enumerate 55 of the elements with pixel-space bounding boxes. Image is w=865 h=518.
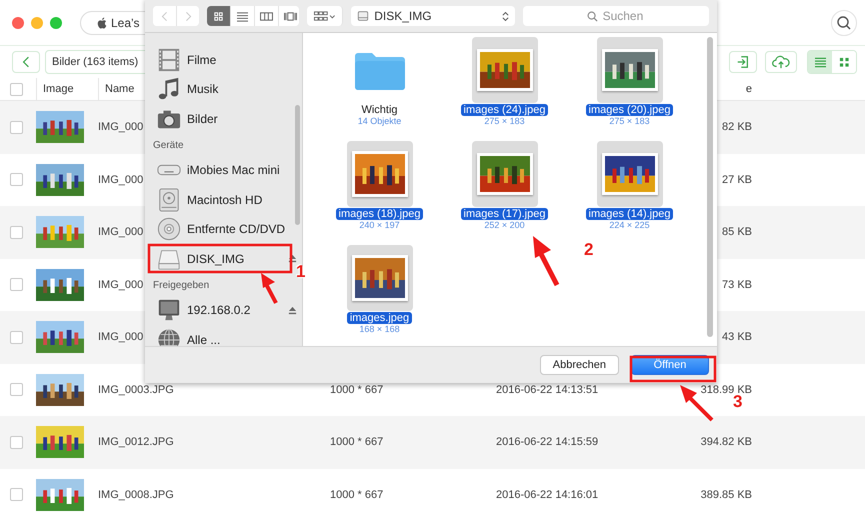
- file-size: 394.82 KB: [700, 436, 752, 448]
- dimensions-text: 1000 * 667: [330, 436, 384, 448]
- sidebar-item[interactable]: Bilder: [145, 104, 302, 134]
- file-item[interactable]: Wichtig 14 Objekte: [317, 37, 442, 141]
- file-name: IMG_0003.JPG: [98, 384, 174, 396]
- file-size: 27 KB: [722, 174, 752, 186]
- file-size: 82 KB: [722, 121, 752, 134]
- file-name: IMG_0012.JPG: [98, 436, 174, 448]
- sidebar-heading: Geräte: [153, 138, 184, 152]
- sidebar-item[interactable]: Macintosh HD: [145, 185, 302, 214]
- file-size: 85 KB: [722, 226, 752, 238]
- file-name: IMG_000: [98, 226, 144, 238]
- date-text: 2016-06-22 14:13:51: [496, 384, 598, 396]
- sidebar-item[interactable]: iMobies Mac mini: [145, 156, 302, 185]
- file-info: 252 × 200: [484, 220, 525, 230]
- file-name: IMG_0008.JPG: [98, 488, 174, 501]
- file-item[interactable]: images.jpeg 168 × 168: [317, 245, 442, 349]
- step-number: 2: [584, 240, 594, 260]
- file-name: IMG_000: [98, 278, 144, 291]
- file-item[interactable]: images (24).jpeg 275 × 183: [442, 37, 567, 141]
- file-name: images (18).jpeg: [336, 208, 424, 220]
- file-item[interactable]: images (20).jpeg 275 × 183: [567, 37, 692, 141]
- file-name: IMG_000: [98, 121, 144, 134]
- file-info: 14 Objekte: [358, 116, 402, 126]
- sidebar-item[interactable]: Entfernte CD/DVD: [145, 214, 302, 244]
- file-name: images (24).jpeg: [460, 104, 548, 116]
- file-size: 73 KB: [722, 278, 752, 291]
- file-name: images (17).jpeg: [460, 208, 548, 220]
- location-popup[interactable]: DISK_IMG: [351, 6, 515, 26]
- date-text: 2016-06-22 14:15:59: [496, 436, 598, 448]
- file-size: 389.85 KB: [700, 488, 752, 501]
- file-name: Wichtig: [360, 104, 399, 116]
- file-info: 224 × 225: [609, 220, 650, 230]
- sidebar-heading: Freigegeben: [153, 278, 210, 292]
- step-number: 1: [296, 262, 306, 282]
- dimensions-text: 1000 * 667: [330, 488, 384, 501]
- file-name: IMG_000: [98, 174, 144, 186]
- file-info: 240 × 197: [359, 220, 400, 230]
- file-size: 43 KB: [722, 331, 752, 344]
- sidebar-item[interactable]: Musik: [145, 74, 302, 104]
- sidebar-item[interactable]: 192.168.0.2: [145, 296, 302, 325]
- dimensions-text: 1000 * 667: [330, 384, 384, 396]
- search-field[interactable]: Suchen: [522, 6, 710, 26]
- file-item[interactable]: images (18).jpeg 240 × 197: [317, 141, 442, 245]
- file-item[interactable]: images (17).jpeg 252 × 200: [442, 141, 567, 245]
- date-text: 2016-06-22 14:16:01: [496, 488, 598, 501]
- file-info: 275 × 183: [609, 116, 650, 126]
- file-name: IMG_000: [98, 331, 144, 344]
- sidebar-item[interactable]: Alle ...: [145, 325, 302, 346]
- file-info: 275 × 183: [484, 116, 525, 126]
- file-name: images (14).jpeg: [586, 208, 674, 220]
- cancel-button[interactable]: Abbrechen: [540, 355, 619, 375]
- file-name: images (20).jpeg: [586, 104, 674, 116]
- file-name: images.jpeg: [346, 312, 412, 324]
- file-info: 168 × 168: [359, 324, 400, 334]
